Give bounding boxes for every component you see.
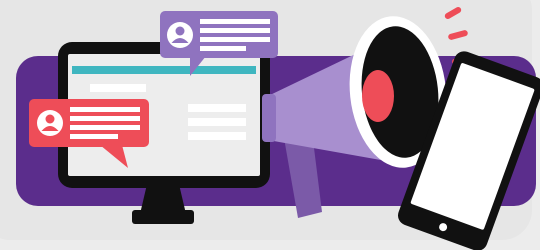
- user-avatar-icon: [37, 110, 63, 136]
- chat-text-line: [200, 46, 246, 51]
- chat-text-line: [70, 134, 118, 139]
- chat-text-line: [200, 28, 270, 33]
- megaphone-mouthpiece: [262, 94, 276, 142]
- user-avatar-icon: [167, 22, 193, 48]
- announcement-illustration: [0, 0, 540, 250]
- screen-header-bar: [72, 66, 256, 74]
- monitor-base: [132, 210, 194, 224]
- chat-text-line: [70, 107, 140, 112]
- screen-line: [188, 132, 246, 140]
- screen-line: [188, 104, 246, 112]
- chat-text-line: [200, 37, 270, 42]
- chat-text-line: [70, 116, 140, 121]
- screen-line: [188, 118, 246, 126]
- megaphone-center: [362, 70, 394, 122]
- chat-text-line: [70, 125, 140, 130]
- illustration-canvas: [0, 0, 540, 250]
- screen-line: [90, 84, 146, 92]
- chat-text-line: [200, 19, 270, 24]
